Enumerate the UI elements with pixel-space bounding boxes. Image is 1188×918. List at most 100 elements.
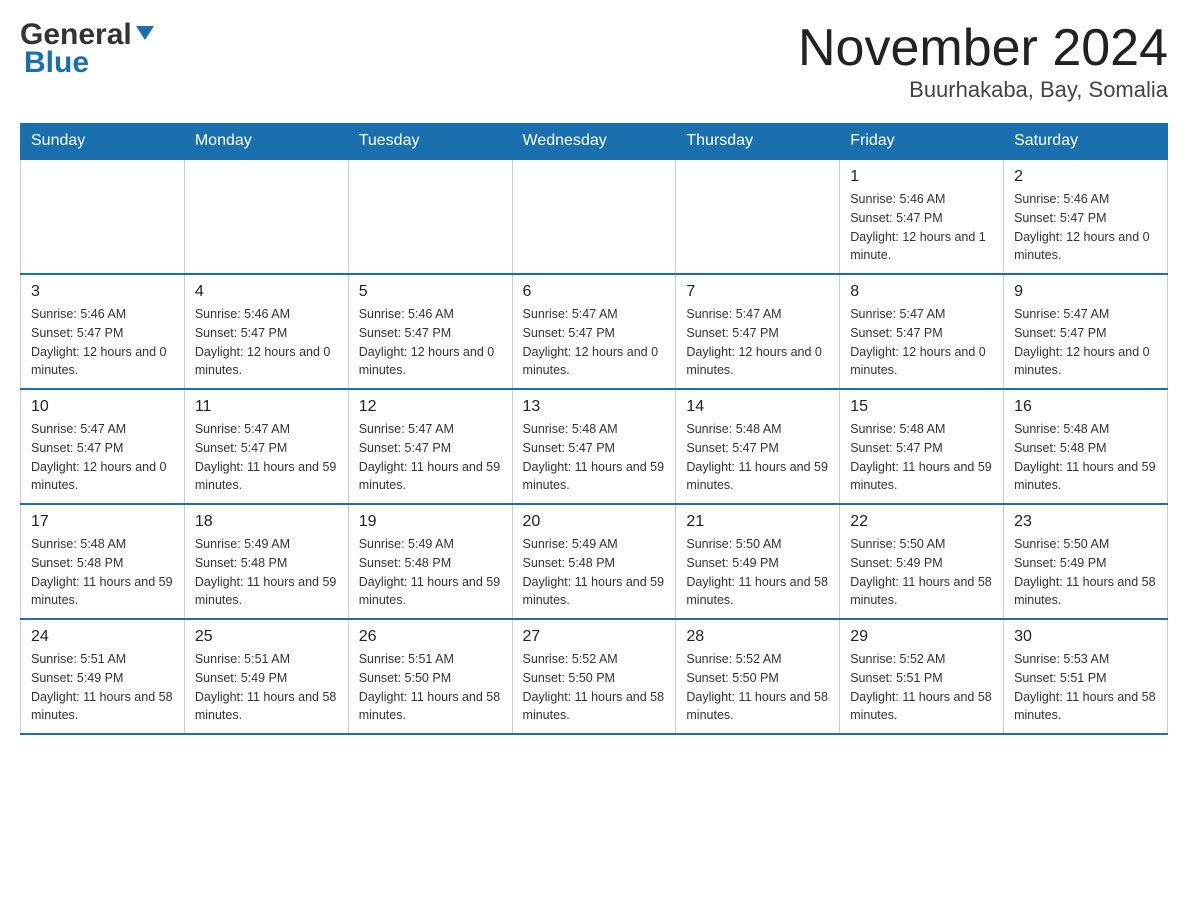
- calendar-cell: 8 Sunrise: 5:47 AM Sunset: 5:47 PM Daylig…: [840, 274, 1004, 389]
- calendar-cell: 24 Sunrise: 5:51 AM Sunset: 5:49 PM Dayli…: [21, 619, 185, 734]
- day-of-week-header: Friday: [840, 124, 1004, 160]
- logo: General Blue: [20, 20, 156, 78]
- day-sun-info: Sunrise: 5:47 AM Sunset: 5:47 PM Dayligh…: [686, 307, 822, 377]
- day-sun-info: Sunrise: 5:49 AM Sunset: 5:48 PM Dayligh…: [195, 537, 337, 607]
- day-number: 22: [850, 513, 993, 531]
- calendar-cell: 19Sunrise: 5:49 AM Sunset: 5:48 PM Dayli…: [348, 504, 512, 619]
- day-number: 19: [359, 513, 502, 531]
- calendar-cell: 2 Sunrise: 5:46 AM Sunset: 5:47 PM Daylig…: [1004, 159, 1168, 274]
- day-sun-info: Sunrise: 5:47 AM Sunset: 5:47 PM Dayligh…: [1014, 307, 1150, 377]
- day-sun-info: Sunrise: 5:53 AM Sunset: 5:51 PM Dayligh…: [1014, 652, 1156, 722]
- day-number: 24: [31, 628, 174, 646]
- calendar-cell: [348, 159, 512, 274]
- page-header: General Blue November 2024 Buurhakaba, B…: [20, 20, 1168, 103]
- calendar-week-row: 17 Sunrise: 5:48 AM Sunset: 5:48 PM Dayli…: [21, 504, 1168, 619]
- day-sun-info: Sunrise: 5:48 AM Sunset: 5:47 PM Dayligh…: [523, 422, 665, 492]
- day-sun-info: Sunrise: 5:48 AM Sunset: 5:47 PM Dayligh…: [686, 422, 828, 492]
- calendar-cell: 27 Sunrise: 5:52 AM Sunset: 5:50 PM Dayli…: [512, 619, 676, 734]
- calendar-cell: 14Sunrise: 5:48 AM Sunset: 5:47 PM Dayli…: [676, 389, 840, 504]
- day-sun-info: Sunrise: 5:47 AM Sunset: 5:47 PM Dayligh…: [850, 307, 986, 377]
- day-sun-info: Sunrise: 5:46 AM Sunset: 5:47 PM Dayligh…: [359, 307, 495, 377]
- day-sun-info: Sunrise: 5:52 AM Sunset: 5:50 PM Dayligh…: [686, 652, 828, 722]
- day-number: 29: [850, 628, 993, 646]
- day-of-week-header: Saturday: [1004, 124, 1168, 160]
- calendar-subtitle: Buurhakaba, Bay, Somalia: [798, 77, 1168, 103]
- day-sun-info: Sunrise: 5:47 AM Sunset: 5:47 PM Dayligh…: [523, 307, 659, 377]
- calendar-title: November 2024: [798, 20, 1168, 77]
- day-number: 10: [31, 398, 174, 416]
- day-number: 13: [523, 398, 666, 416]
- day-number: 16: [1014, 398, 1157, 416]
- day-number: 4: [195, 283, 338, 301]
- day-number: 1: [850, 168, 993, 186]
- day-number: 30: [1014, 628, 1157, 646]
- calendar-cell: 11Sunrise: 5:47 AM Sunset: 5:47 PM Dayli…: [184, 389, 348, 504]
- calendar-cell: 17 Sunrise: 5:48 AM Sunset: 5:48 PM Dayli…: [21, 504, 185, 619]
- calendar-cell: 30 Sunrise: 5:53 AM Sunset: 5:51 PM Dayli…: [1004, 619, 1168, 734]
- day-number: 27: [523, 628, 666, 646]
- day-sun-info: Sunrise: 5:48 AM Sunset: 5:48 PM Dayligh…: [1014, 422, 1156, 492]
- logo-arrow-icon: [134, 22, 156, 44]
- day-sun-info: Sunrise: 5:49 AM Sunset: 5:48 PM Dayligh…: [523, 537, 665, 607]
- day-number: 8: [850, 283, 993, 301]
- day-sun-info: Sunrise: 5:46 AM Sunset: 5:47 PM Dayligh…: [850, 192, 986, 262]
- calendar-cell: 12 Sunrise: 5:47 AM Sunset: 5:47 PM Dayli…: [348, 389, 512, 504]
- day-sun-info: Sunrise: 5:46 AM Sunset: 5:47 PM Dayligh…: [195, 307, 331, 377]
- calendar-cell: 1 Sunrise: 5:46 AM Sunset: 5:47 PM Daylig…: [840, 159, 1004, 274]
- calendar-cell: 28 Sunrise: 5:52 AM Sunset: 5:50 PM Dayli…: [676, 619, 840, 734]
- day-sun-info: Sunrise: 5:52 AM Sunset: 5:51 PM Dayligh…: [850, 652, 992, 722]
- day-sun-info: Sunrise: 5:51 AM Sunset: 5:49 PM Dayligh…: [195, 652, 337, 722]
- day-number: 20: [523, 513, 666, 531]
- calendar-cell: [512, 159, 676, 274]
- calendar-cell: 23Sunrise: 5:50 AM Sunset: 5:49 PM Dayli…: [1004, 504, 1168, 619]
- day-number: 9: [1014, 283, 1157, 301]
- calendar-week-row: 24 Sunrise: 5:51 AM Sunset: 5:49 PM Dayli…: [21, 619, 1168, 734]
- day-sun-info: Sunrise: 5:52 AM Sunset: 5:50 PM Dayligh…: [523, 652, 665, 722]
- day-number: 11: [195, 398, 338, 416]
- calendar-cell: 22 Sunrise: 5:50 AM Sunset: 5:49 PM Dayli…: [840, 504, 1004, 619]
- day-sun-info: Sunrise: 5:47 AM Sunset: 5:47 PM Dayligh…: [359, 422, 501, 492]
- calendar-cell: 9 Sunrise: 5:47 AM Sunset: 5:47 PM Daylig…: [1004, 274, 1168, 389]
- day-of-week-header: Tuesday: [348, 124, 512, 160]
- calendar-cell: [21, 159, 185, 274]
- calendar-table: SundayMondayTuesdayWednesdayThursdayFrid…: [20, 123, 1168, 735]
- calendar-cell: 6 Sunrise: 5:47 AM Sunset: 5:47 PM Daylig…: [512, 274, 676, 389]
- day-number: 28: [686, 628, 829, 646]
- calendar-cell: 15 Sunrise: 5:48 AM Sunset: 5:47 PM Dayli…: [840, 389, 1004, 504]
- day-number: 7: [686, 283, 829, 301]
- calendar-cell: 4 Sunrise: 5:46 AM Sunset: 5:47 PM Daylig…: [184, 274, 348, 389]
- calendar-cell: [184, 159, 348, 274]
- day-of-week-header: Thursday: [676, 124, 840, 160]
- day-number: 21: [686, 513, 829, 531]
- title-block: November 2024 Buurhakaba, Bay, Somalia: [798, 20, 1168, 103]
- day-number: 17: [31, 513, 174, 531]
- day-number: 12: [359, 398, 502, 416]
- day-number: 23: [1014, 513, 1157, 531]
- calendar-cell: 3Sunrise: 5:46 AM Sunset: 5:47 PM Daylig…: [21, 274, 185, 389]
- day-sun-info: Sunrise: 5:50 AM Sunset: 5:49 PM Dayligh…: [850, 537, 992, 607]
- day-number: 3: [31, 283, 174, 301]
- day-number: 15: [850, 398, 993, 416]
- day-number: 25: [195, 628, 338, 646]
- calendar-header: SundayMondayTuesdayWednesdayThursdayFrid…: [21, 124, 1168, 160]
- calendar-cell: 25 Sunrise: 5:51 AM Sunset: 5:49 PM Dayli…: [184, 619, 348, 734]
- day-sun-info: Sunrise: 5:46 AM Sunset: 5:47 PM Dayligh…: [1014, 192, 1150, 262]
- day-number: 2: [1014, 168, 1157, 186]
- day-of-week-header: Monday: [184, 124, 348, 160]
- calendar-cell: 5Sunrise: 5:46 AM Sunset: 5:47 PM Daylig…: [348, 274, 512, 389]
- day-sun-info: Sunrise: 5:48 AM Sunset: 5:47 PM Dayligh…: [850, 422, 992, 492]
- day-sun-info: Sunrise: 5:51 AM Sunset: 5:49 PM Dayligh…: [31, 652, 173, 722]
- calendar-cell: 18 Sunrise: 5:49 AM Sunset: 5:48 PM Dayli…: [184, 504, 348, 619]
- header-row: SundayMondayTuesdayWednesdayThursdayFrid…: [21, 124, 1168, 160]
- day-number: 18: [195, 513, 338, 531]
- calendar-cell: 7 Sunrise: 5:47 AM Sunset: 5:47 PM Daylig…: [676, 274, 840, 389]
- calendar-cell: 16 Sunrise: 5:48 AM Sunset: 5:48 PM Dayli…: [1004, 389, 1168, 504]
- day-number: 26: [359, 628, 502, 646]
- day-sun-info: Sunrise: 5:51 AM Sunset: 5:50 PM Dayligh…: [359, 652, 501, 722]
- calendar-week-row: 3 Sunrise: 5:46 AM Sunset: 5:47 PM Daylig…: [21, 274, 1168, 389]
- calendar-cell: 13 Sunrise: 5:48 AM Sunset: 5:47 PM Dayli…: [512, 389, 676, 504]
- calendar-cell: 10Sunrise: 5:47 AM Sunset: 5:47 PM Dayli…: [21, 389, 185, 504]
- day-sun-info: Sunrise: 5:48 AM Sunset: 5:48 PM Dayligh…: [31, 537, 173, 607]
- day-number: 6: [523, 283, 666, 301]
- calendar-cell: 26 Sunrise: 5:51 AM Sunset: 5:50 PM Dayli…: [348, 619, 512, 734]
